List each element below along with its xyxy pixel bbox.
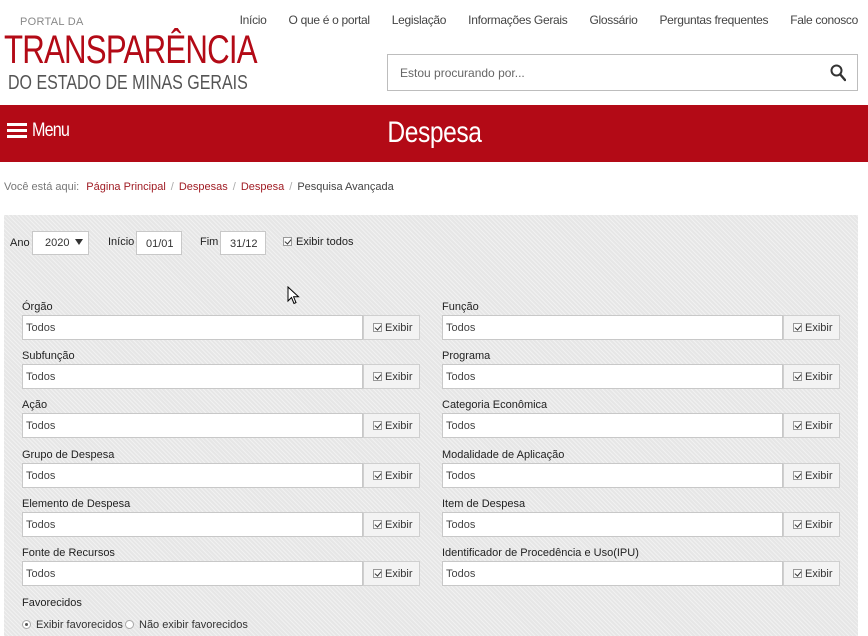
breadcrumb-prefix: Você está aqui: [4, 181, 80, 193]
nav-fale-conosco[interactable]: Fale conosco [790, 13, 858, 27]
nav-glossario[interactable]: Glossário [589, 13, 637, 27]
ipu-exibir-button[interactable]: Exibir [783, 561, 840, 586]
subfuncao-exibir-button[interactable]: Exibir [363, 364, 420, 389]
elemento-de-despesa-exibir-button[interactable]: Exibir [363, 512, 420, 537]
page-header-band: Menu Despesa [0, 105, 868, 162]
programa-exibir-button[interactable]: Exibir [783, 364, 840, 389]
fonte-de-recursos-exibir-button[interactable]: Exibir [363, 561, 420, 586]
funcao-exibir-button[interactable]: Exibir [783, 315, 840, 340]
logo-line-estado: DO ESTADO DE MINAS GERAIS [8, 72, 248, 94]
grupo-de-despesa-input[interactable]: Todos [22, 463, 363, 488]
breadcrumb-despesa[interactable]: Despesa [241, 181, 284, 193]
ano-select[interactable]: 2020 [32, 231, 89, 255]
exibir-todos-label: Exibir todos [296, 236, 354, 248]
fim-input[interactable]: 31/12 [220, 231, 266, 255]
logo-line-transparencia: TRANSPARÊNCIA [4, 28, 258, 72]
nao-exibir-favorecidos-label: Não exibir favorecidos [139, 619, 248, 631]
item-de-despesa-input[interactable]: Todos [442, 512, 783, 537]
search-box [387, 54, 858, 91]
page-title: Despesa [386, 116, 482, 149]
modalidade-de-aplicacao-exibir-button[interactable]: Exibir [783, 463, 840, 488]
funcao-input[interactable]: Todos [442, 315, 783, 340]
breadcrumb-despesas[interactable]: Despesas [179, 181, 228, 193]
exibir-favorecidos-radio[interactable] [22, 620, 31, 629]
breadcrumb-current: Pesquisa Avançada [297, 181, 394, 193]
inicio-label: Início [108, 236, 135, 248]
acao-exibir-button[interactable]: Exibir [363, 413, 420, 438]
logo-line-portal: PORTAL DA [20, 16, 84, 28]
categoria-economica-input[interactable]: Todos [442, 413, 783, 438]
advanced-search-panel: Ano 2020 Início 01/01 Fim 31/12 Exibir t… [4, 215, 858, 636]
programa-input[interactable]: Todos [442, 364, 783, 389]
subfuncao-input[interactable]: Todos [22, 364, 363, 389]
nav-informacoes-gerais[interactable]: Informações Gerais [468, 13, 568, 27]
fim-label: Fim [200, 236, 219, 248]
search-icon[interactable] [830, 64, 846, 82]
item-de-despesa-exibir-button[interactable]: Exibir [783, 512, 840, 537]
ipu-input[interactable]: Todos [442, 561, 783, 586]
exibir-favorecidos-label: Exibir favorecidos [36, 619, 123, 631]
grupo-de-despesa-exibir-button[interactable]: Exibir [363, 463, 420, 488]
modalidade-de-aplicacao-input[interactable]: Todos [442, 463, 783, 488]
search-input[interactable] [388, 55, 808, 90]
nav-inicio[interactable]: Início [240, 13, 267, 27]
orgao-input[interactable]: Todos [22, 315, 363, 340]
ano-label: Ano [10, 237, 30, 249]
exibir-todos-checkbox[interactable] [283, 237, 292, 246]
breadcrumb-pagina-principal[interactable]: Página Principal [86, 181, 166, 193]
favorecidos-label: Favorecidos [22, 597, 82, 609]
acao-input[interactable]: Todos [22, 413, 363, 438]
dropdown-arrow-icon [75, 239, 83, 245]
mouse-cursor-icon [287, 286, 300, 305]
orgao-exibir-button[interactable]: Exibir [363, 315, 420, 340]
nav-legislacao[interactable]: Legislação [392, 13, 447, 27]
elemento-de-despesa-input[interactable]: Todos [22, 512, 363, 537]
nav-o-que-e-o-portal[interactable]: O que é o portal [289, 13, 371, 27]
nav-perguntas-frequentes[interactable]: Perguntas frequentes [659, 13, 768, 27]
inicio-input[interactable]: 01/01 [136, 231, 182, 255]
nao-exibir-favorecidos-radio[interactable] [125, 620, 134, 629]
fonte-de-recursos-input[interactable]: Todos [22, 561, 363, 586]
top-navigation: Início O que é o portal Legislação Infor… [218, 13, 859, 27]
categoria-economica-exibir-button[interactable]: Exibir [783, 413, 840, 438]
breadcrumb: Você está aqui: Página Principal / Despesa… [4, 181, 394, 193]
